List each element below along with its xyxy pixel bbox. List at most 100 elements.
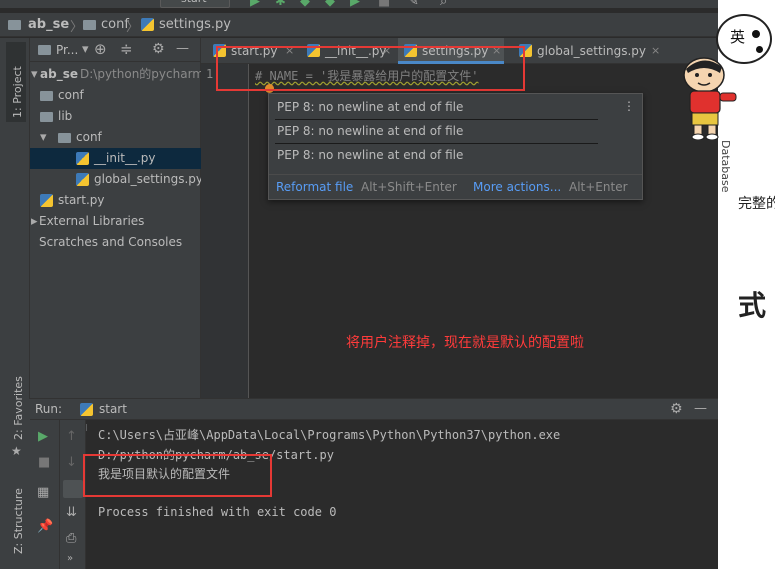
project-view-icon	[38, 45, 51, 55]
tree-item-label: conf	[58, 88, 84, 102]
left-tool-stripe: 1: Project	[0, 38, 30, 399]
favorites-tool-label[interactable]: 2: Favorites	[12, 376, 25, 440]
tree-root-label: ab_se	[40, 67, 78, 81]
breadcrumb: ab_se 〉 conf 〉 settings.py	[0, 13, 718, 37]
bottom-left-stripe: 2: Favorites ★ Z: Structure	[0, 376, 30, 569]
scroll-to-end-icon[interactable]: ⇊	[66, 506, 77, 519]
up-arrow-icon[interactable]: ↑	[66, 430, 77, 443]
stop-icon[interactable]: ■	[38, 456, 50, 469]
tab-global-settings[interactable]: global_settings.py ×	[515, 38, 665, 64]
build-icon[interactable]: ✎	[408, 0, 419, 8]
hide-icon[interactable]: —	[176, 42, 189, 55]
shortcut-hint: Alt+Shift+Enter	[361, 180, 457, 194]
debug-icon[interactable]: ✱	[275, 0, 286, 8]
concurrency-icon[interactable]: ▶	[350, 0, 360, 8]
run-toolbar: ▶ ■ ▦ 📌	[30, 420, 60, 569]
profile-icon[interactable]: ◆	[325, 0, 335, 8]
soft-wrap-icon[interactable]	[63, 480, 83, 498]
tree-item-lib[interactable]: lib	[30, 106, 201, 127]
divider	[275, 119, 598, 120]
star-icon[interactable]: ★	[11, 445, 22, 457]
stop-icon[interactable]: ■	[378, 0, 390, 8]
tree-item-conf[interactable]: conf	[30, 85, 201, 106]
more-actions-link[interactable]: More actions...	[473, 180, 561, 194]
cartoon-sticker	[680, 55, 740, 141]
run-config-tab[interactable]: start	[99, 402, 127, 416]
gear-icon[interactable]: ⚙	[152, 42, 165, 56]
breadcrumb-file[interactable]: settings.py	[159, 17, 231, 32]
chevron-down-icon[interactable]: ▾	[40, 131, 47, 144]
project-view-select[interactable]: Pr...	[56, 43, 78, 57]
locate-icon[interactable]: ⊕	[94, 42, 107, 57]
close-icon[interactable]: ×	[651, 38, 660, 64]
project-tool-label: 1: Project	[11, 66, 24, 118]
print-icon[interactable]: ⎙	[66, 532, 76, 545]
tree-item-label: lib	[58, 109, 73, 123]
pycharm-window: start ▶ ✱ ◆ ◆ ▶ ■ ✎ ⌕ ab_se 〉 conf 〉 set…	[0, 0, 718, 569]
project-panel-header: Pr... ▾ ⊕ ≑ ⚙ —	[30, 38, 201, 62]
reformat-file-link[interactable]: Reformat file	[276, 180, 353, 194]
coverage-icon[interactable]: ◆	[300, 0, 310, 8]
database-tool-label[interactable]: Database	[719, 140, 732, 193]
breadcrumb-folder[interactable]: conf	[101, 17, 129, 32]
partial-page-heading: 式	[738, 289, 767, 322]
run-config-label: start	[181, 0, 207, 5]
inspection-popup: PEP 8: no newline at end of file ⋮ PEP 8…	[268, 93, 643, 200]
main-toolbar: start ▶ ✱ ◆ ◆ ▶ ■ ✎ ⌕	[0, 0, 718, 9]
run-label: Run:	[35, 402, 63, 416]
highlight-box	[83, 454, 272, 497]
python-file-icon	[76, 152, 89, 165]
pin-icon[interactable]: 📌	[37, 520, 53, 533]
gear-icon[interactable]: ⚙	[670, 402, 683, 416]
breadcrumb-root[interactable]: ab_se	[28, 17, 69, 32]
rerun-icon[interactable]: ▶	[38, 430, 48, 443]
inspection-message: PEP 8: no newline at end of file	[277, 124, 464, 138]
folder-icon	[40, 112, 53, 122]
chevron-down-icon[interactable]: ▾	[31, 68, 38, 81]
layout-icon[interactable]: ▦	[37, 486, 49, 499]
search-icon[interactable]: ⌕	[440, 0, 447, 8]
tree-item-root[interactable]: ▾ ab_se D:\python的pycharm	[30, 64, 204, 85]
python-file-icon	[40, 194, 53, 207]
editor-gutter: 1	[201, 64, 249, 399]
dropdown-arrow-icon[interactable]: ▾	[82, 43, 89, 56]
run-icon[interactable]: ▶	[250, 0, 260, 8]
tree-item-label: global_settings.py	[94, 172, 203, 186]
tree-item-external-libraries[interactable]: ▸ External Libraries	[30, 211, 201, 232]
run-config-select[interactable]: start	[160, 0, 230, 8]
divider	[275, 143, 598, 144]
console-line: Process finished with exit code 0	[98, 505, 337, 519]
speech-bubble-text: 英	[730, 28, 746, 46]
structure-tool-label[interactable]: Z: Structure	[12, 488, 25, 554]
chevron-right-icon[interactable]: ▸	[31, 215, 38, 228]
collapse-icon[interactable]: ≑	[120, 42, 133, 57]
line-number: 1	[206, 67, 214, 81]
tree-item-conf-open[interactable]: ▾ conf	[30, 127, 201, 148]
tree-root-path: D:\python的pycharm	[80, 67, 204, 81]
tree-item-init[interactable]: __init__.py	[30, 148, 201, 169]
breadcrumb-separator: 〉	[70, 20, 84, 35]
tree-item-label: Scratches and Consoles	[39, 235, 183, 249]
more-options-icon[interactable]: ⋮	[623, 99, 635, 113]
tree-item-global-settings[interactable]: global_settings.py	[30, 169, 203, 190]
folder-icon	[83, 20, 96, 30]
tree-item-label: __init__.py	[94, 151, 156, 165]
tree-item-label: External Libraries	[39, 214, 145, 228]
highlight-box	[216, 46, 525, 91]
folder-icon	[58, 133, 71, 143]
tab-label: global_settings.py	[537, 44, 646, 58]
more-icon[interactable]: »	[67, 554, 73, 564]
shortcut-hint: Alt+Enter	[569, 180, 628, 194]
hide-icon[interactable]: —	[694, 402, 707, 415]
tree-item-start[interactable]: start.py	[30, 190, 201, 211]
inspection-message: PEP 8: no newline at end of file	[277, 100, 464, 114]
python-file-icon	[80, 403, 93, 416]
run-panel-header: Run: start ⚙ —	[30, 398, 718, 420]
tree-item-scratches[interactable]: Scratches and Consoles	[30, 232, 201, 253]
project-panel: Pr... ▾ ⊕ ≑ ⚙ — ▾ ab_se D:\python的pychar…	[30, 38, 204, 431]
down-arrow-icon[interactable]: ↓	[66, 456, 77, 469]
python-file-icon	[141, 18, 154, 31]
project-tool-tab[interactable]: 1: Project	[6, 42, 26, 122]
python-file-icon	[76, 173, 89, 186]
popup-actions: Reformat file Alt+Shift+Enter More actio…	[269, 174, 642, 200]
